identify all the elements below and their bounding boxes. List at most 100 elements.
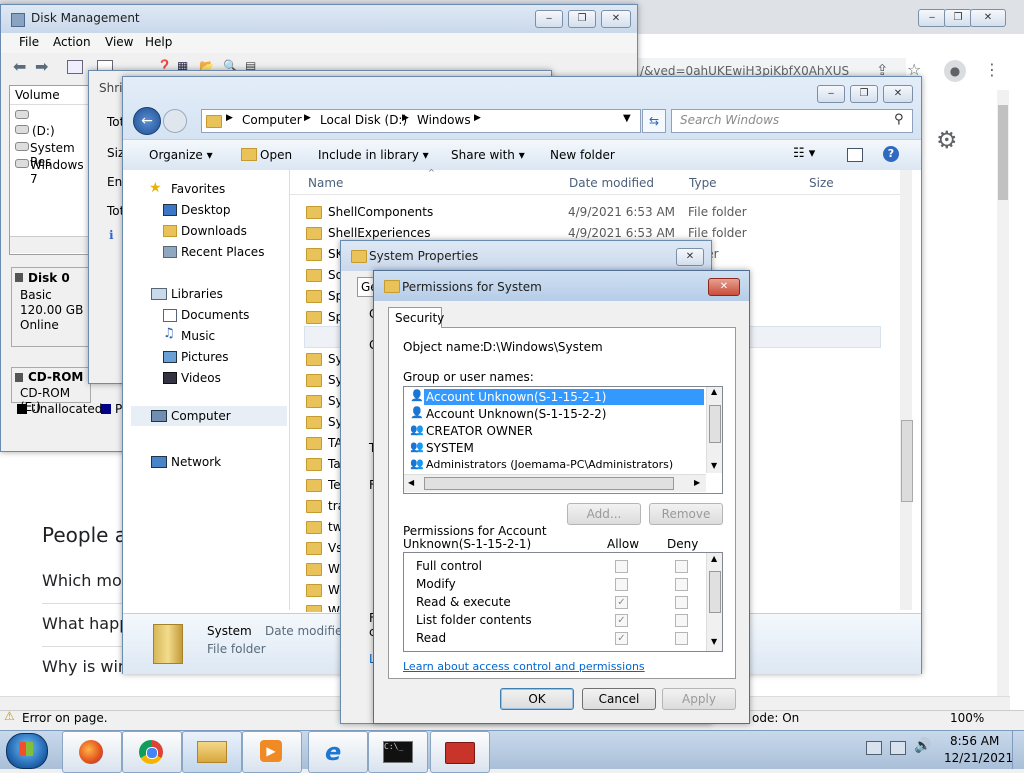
- add-button[interactable]: Add...: [567, 503, 641, 525]
- security-tab[interactable]: Security: [388, 307, 444, 328]
- explorer-minimize-button[interactable]: ‒: [817, 85, 845, 103]
- volume-item[interactable]: (D:): [32, 124, 55, 138]
- allow-checkbox[interactable]: ✓: [615, 596, 628, 609]
- nav-computer-row[interactable]: Computer: [131, 406, 287, 426]
- scroll-down-icon[interactable]: ▼: [711, 637, 717, 646]
- scroll-left-icon[interactable]: ◀: [408, 478, 414, 487]
- organize-button[interactable]: Organize ▾: [149, 148, 213, 162]
- taskbar-firefox[interactable]: [62, 731, 122, 773]
- users-v-scrollbar[interactable]: ▲ ▼: [706, 387, 722, 473]
- column-size[interactable]: Size: [809, 176, 834, 190]
- user-name[interactable]: SYSTEM: [426, 441, 474, 455]
- users-listbox[interactable]: 👤 Account Unknown(S-1-15-2-1) 👤 Account …: [403, 386, 723, 494]
- refresh-button[interactable]: ⇆: [642, 109, 666, 133]
- menu-view[interactable]: View: [105, 35, 133, 49]
- back-arrow-icon[interactable]: ⬅: [13, 57, 26, 76]
- forward-button[interactable]: [163, 109, 187, 133]
- network-tray-icon[interactable]: [866, 741, 882, 755]
- explorer-close-button[interactable]: ✕: [883, 85, 913, 103]
- include-library-button[interactable]: Include in library ▾: [318, 148, 429, 162]
- scroll-down-icon[interactable]: ▼: [711, 461, 717, 470]
- disk-mgmt-maximize-button[interactable]: ❐: [568, 10, 596, 28]
- question-1[interactable]: Which mon: [42, 571, 132, 590]
- clock-date[interactable]: 12/21/2021: [944, 751, 1013, 765]
- taskbar-chrome[interactable]: [122, 731, 182, 773]
- nav-desktop[interactable]: Desktop: [181, 203, 231, 217]
- system-properties-close-button[interactable]: ✕: [676, 248, 704, 266]
- preview-pane-icon[interactable]: [847, 148, 863, 162]
- column-name[interactable]: Name: [308, 176, 343, 190]
- nav-libraries[interactable]: Libraries: [171, 287, 223, 301]
- status-error-text[interactable]: Error on page.: [22, 711, 108, 725]
- browser-minimize-button[interactable]: ‒: [918, 9, 946, 27]
- breadcrumb-computer[interactable]: Computer: [242, 113, 302, 127]
- deny-checkbox[interactable]: [675, 560, 688, 573]
- start-button[interactable]: [6, 733, 48, 769]
- access-control-link[interactable]: Learn about access control and permissio…: [403, 660, 645, 673]
- zoom-level[interactable]: 100%: [950, 711, 984, 725]
- volume-item[interactable]: Windows 7: [30, 158, 90, 186]
- taskbar-ie[interactable]: e: [308, 731, 368, 773]
- breadcrumb-local-disk[interactable]: Local Disk (D:): [320, 113, 407, 127]
- remove-button[interactable]: Remove: [649, 503, 723, 525]
- browser-close-button[interactable]: ✕: [970, 9, 1006, 27]
- nav-recent-places[interactable]: Recent Places: [181, 245, 264, 259]
- user-name[interactable]: Account Unknown(S-1-15-2-2): [426, 407, 606, 421]
- nav-downloads[interactable]: Downloads: [181, 224, 247, 238]
- volume-column-header[interactable]: Volume: [10, 86, 90, 105]
- permissions-close-button[interactable]: ✕: [708, 278, 740, 296]
- action-center-tray-icon[interactable]: [890, 741, 906, 755]
- user-name[interactable]: CREATOR OWNER: [426, 424, 533, 438]
- file-row[interactable]: ShellComponents 4/9/2021 6:53 AM File fold…: [290, 202, 890, 222]
- taskbar-explorer[interactable]: [182, 731, 242, 773]
- file-list-scrollbar[interactable]: [900, 170, 913, 610]
- question-3[interactable]: Why is wint: [42, 657, 134, 676]
- column-type[interactable]: Type: [689, 176, 717, 190]
- profile-avatar[interactable]: ●: [944, 60, 966, 82]
- menu-help[interactable]: Help: [145, 35, 172, 49]
- help-circle-icon[interactable]: ?: [883, 146, 899, 162]
- user-name[interactable]: Administrators (Joemama-PC\Administrator…: [426, 458, 673, 471]
- console-icon[interactable]: [67, 60, 83, 74]
- nav-documents[interactable]: Documents: [181, 308, 249, 322]
- taskbar-cmd[interactable]: C:\_: [368, 731, 428, 773]
- deny-checkbox[interactable]: [675, 614, 688, 627]
- perm-v-scrollbar[interactable]: ▲ ▼: [706, 553, 722, 651]
- open-button[interactable]: Open: [260, 148, 292, 162]
- scroll-thumb[interactable]: [901, 420, 913, 502]
- allow-checkbox[interactable]: ✓: [615, 614, 628, 627]
- allow-checkbox[interactable]: [615, 560, 628, 573]
- breadcrumb-windows[interactable]: Windows: [417, 113, 471, 127]
- apply-button[interactable]: Apply: [662, 688, 736, 710]
- cancel-button[interactable]: Cancel: [582, 688, 656, 710]
- volume-tray-icon[interactable]: 🔊: [914, 738, 931, 754]
- deny-checkbox[interactable]: [675, 632, 688, 645]
- column-date[interactable]: Date modified: [569, 176, 654, 190]
- nav-videos[interactable]: Videos: [181, 371, 221, 385]
- clock-time[interactable]: 8:56 AM: [950, 734, 999, 748]
- show-desktop-button[interactable]: [1012, 731, 1024, 769]
- search-box[interactable]: Search Windows ⚲: [671, 109, 913, 133]
- users-h-scroll-thumb[interactable]: [424, 477, 674, 490]
- nav-music[interactable]: Music: [181, 329, 215, 343]
- disk-0-panel[interactable]: Disk 0 Basic 120.00 GB Online: [11, 267, 91, 347]
- scroll-up-icon[interactable]: ▲: [711, 387, 717, 396]
- nav-pictures[interactable]: Pictures: [181, 350, 229, 364]
- volume-h-scrollbar[interactable]: [10, 236, 90, 253]
- users-scroll-thumb[interactable]: [709, 405, 721, 443]
- perm-scroll-thumb[interactable]: [709, 571, 721, 613]
- browser-menu-icon[interactable]: ⋮: [984, 60, 1000, 79]
- browser-maximize-button[interactable]: ❐: [944, 9, 972, 27]
- disk-mgmt-close-button[interactable]: ✕: [601, 10, 631, 28]
- allow-checkbox[interactable]: [615, 578, 628, 591]
- menu-file[interactable]: File: [19, 35, 39, 49]
- settings-gear-icon[interactable]: ⚙: [936, 126, 958, 154]
- menu-action[interactable]: Action: [53, 35, 91, 49]
- users-h-scrollbar[interactable]: ◀ ▶: [404, 474, 706, 492]
- scroll-right-icon[interactable]: ▶: [694, 478, 700, 487]
- scroll-up-icon[interactable]: ▲: [711, 554, 717, 563]
- browser-scroll-thumb[interactable]: [998, 105, 1008, 200]
- back-button[interactable]: ←: [133, 107, 161, 135]
- allow-checkbox[interactable]: ✓: [615, 632, 628, 645]
- new-folder-button[interactable]: New folder: [550, 148, 615, 162]
